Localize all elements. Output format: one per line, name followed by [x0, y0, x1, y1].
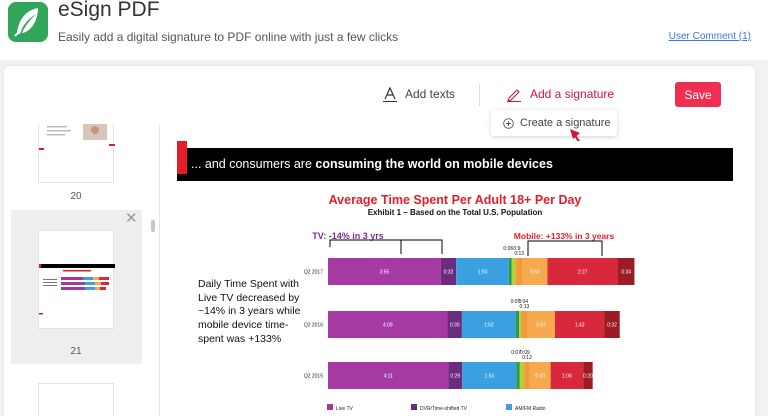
- pen-icon: [507, 89, 521, 102]
- page-thumbnail-20[interactable]: [38, 124, 115, 183]
- app-subtitle: Easily add a digital signature to PDF on…: [58, 30, 399, 44]
- data-label: 0:30: [450, 323, 460, 329]
- category-label: Q2 2017: [304, 270, 323, 276]
- tv-callout-bracket: [329, 239, 402, 254]
- data-label: 0:43: [535, 374, 545, 380]
- mobile-callout-bracket: [527, 240, 603, 256]
- data-label: 0:29: [450, 374, 460, 380]
- data-label: 4:11: [384, 374, 394, 380]
- bar-segment: [516, 362, 520, 389]
- bar-segment: [511, 258, 517, 285]
- bar-segment: [524, 362, 530, 389]
- close-icon[interactable]: ✕: [125, 211, 138, 226]
- stacked-bar-chart: TV: -14% in 3 yrs Mobile: +133% in 3 yea…: [304, 231, 635, 412]
- data-label: 1:50: [478, 270, 488, 276]
- data-label: 2:27: [578, 270, 588, 276]
- data-label: 1:52: [484, 323, 494, 329]
- legend-swatch: [506, 404, 512, 410]
- data-label: 0:20: [583, 374, 593, 380]
- app-title: eSign PDF: [58, 0, 160, 21]
- pdf-page-canvas: ... and consumers are consuming the worl…: [177, 141, 733, 416]
- legend-label: DVR/Time-shifted TV: [420, 406, 468, 412]
- sidebar-scrollbar[interactable]: [151, 220, 155, 232]
- category-label: Q2 2015: [304, 374, 323, 380]
- bar-segment: [519, 362, 525, 389]
- data-label: 0:34: [621, 270, 631, 276]
- data-label: 1:53: [484, 374, 494, 380]
- data-label: 0:32: [607, 323, 617, 329]
- bar-segment: [516, 258, 523, 285]
- sidebar-divider: [159, 124, 160, 416]
- text-tool-icon: [383, 86, 397, 102]
- legend-swatch: [411, 404, 417, 410]
- feather-logo-icon: [8, 2, 48, 42]
- tv-callout-bracket-right: [401, 239, 443, 254]
- page-thumbnail-21[interactable]: [38, 230, 115, 329]
- data-label: 0:52: [530, 270, 540, 276]
- data-label: 0:13: [514, 251, 524, 257]
- data-label: 0:32: [444, 270, 454, 276]
- add-texts-label: Add texts: [405, 87, 456, 101]
- create-signature-label: Create a signature: [520, 117, 611, 129]
- category-label: Q2 2016: [304, 323, 323, 329]
- legend-label: AM/FM Radio: [515, 406, 546, 412]
- plus-circle-icon: [503, 117, 514, 129]
- user-comment-link[interactable]: User Comment (1): [669, 31, 751, 42]
- data-label: 1:43: [575, 323, 585, 329]
- legend-label: Live TV: [336, 406, 354, 412]
- callouts: TV: -14% in 3 yrs Mobile: +133% in 3 yea…: [312, 231, 614, 256]
- data-label: 0:12: [522, 355, 532, 361]
- thumbnail-preview-21: [39, 264, 115, 315]
- data-label: 0:13: [520, 304, 530, 310]
- bar-segment: [508, 258, 512, 285]
- mobile-callout: Mobile: +133% in 3 years: [514, 231, 615, 241]
- legend-swatch: [327, 404, 333, 410]
- data-label: 0:57: [536, 323, 546, 329]
- add-signature-button[interactable]: Add a signature: [506, 86, 614, 102]
- add-texts-button[interactable]: Add texts: [383, 86, 455, 102]
- bar-segment: [519, 311, 522, 338]
- add-signature-label: Add a signature: [530, 87, 615, 101]
- bar-segment: [515, 311, 520, 338]
- data-label: 1:08: [562, 374, 572, 380]
- create-signature-option[interactable]: Create a signature: [491, 110, 617, 136]
- data-label: 4:09: [383, 323, 393, 329]
- data-label: 0:06: [503, 246, 513, 252]
- page-thumbnail-22[interactable]: [38, 383, 114, 416]
- save-button[interactable]: Save: [675, 82, 721, 107]
- thumbnail-preview-20: [39, 124, 115, 150]
- app-header: eSign PDF Easily add a digital signature…: [0, 0, 768, 60]
- toolbar-divider: [479, 84, 480, 106]
- page-number-20: 20: [70, 191, 82, 202]
- page-number-21: 21: [70, 346, 82, 357]
- data-label: 3:55: [380, 270, 390, 276]
- bar-segment: [521, 311, 528, 338]
